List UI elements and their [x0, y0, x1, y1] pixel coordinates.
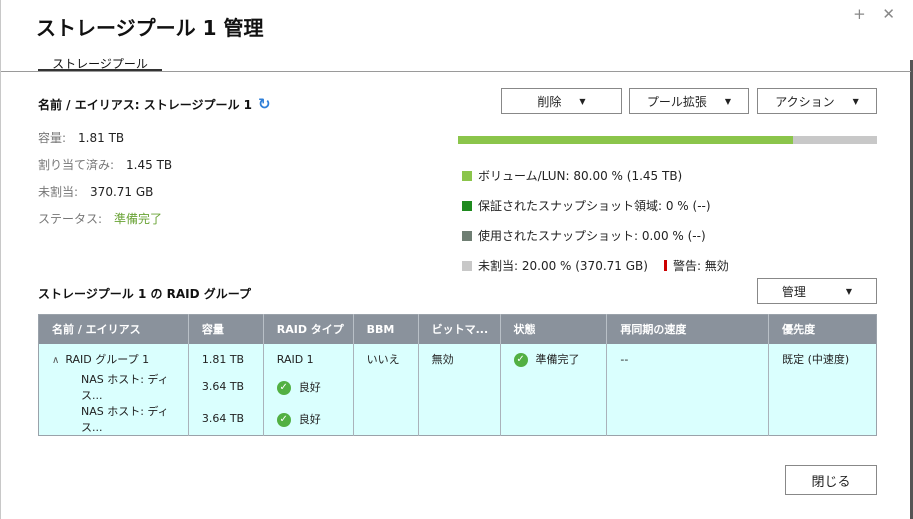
check-circle-icon: ✓	[276, 380, 291, 395]
status-value: 準備完了	[114, 212, 163, 226]
delete-button[interactable]: 削除 ▼	[501, 88, 622, 114]
unallocated-label: 未割当:	[38, 185, 79, 199]
raid-section-title: ストレージプール 1 の RAID グループ	[38, 287, 252, 301]
action-button[interactable]: アクション ▼	[757, 88, 877, 114]
empty-cell	[500, 370, 608, 403]
disk-name: NAS ホスト: ディス...	[38, 402, 189, 435]
disk-name: NAS ホスト: ディス...	[38, 370, 189, 403]
empty-cell	[606, 402, 770, 435]
guaranteed-color-swatch	[462, 200, 472, 211]
empty-cell	[418, 370, 501, 403]
empty-cell	[500, 402, 608, 435]
legend-unallocated-label: 未割当: 20.00 % (370.71 GB)	[478, 259, 648, 273]
close-label: 閉じる	[811, 474, 851, 490]
disk-status: 良好	[298, 412, 321, 426]
empty-cell	[768, 402, 877, 435]
column-header-name[interactable]: 名前 / エイリアス	[38, 314, 189, 344]
check-circle-icon: ✓	[513, 353, 528, 367]
disk-capacity: 3.64 TB	[188, 370, 264, 403]
table-header-row: 名前 / エイリアス 容量 RAID タイプ BBM ビットマ... 状態 再同…	[38, 314, 877, 344]
usage-bar-fill	[458, 136, 794, 144]
used-snapshot-color-swatch	[462, 230, 472, 241]
tab-storage-pool[interactable]: ストレージプール	[38, 55, 162, 71]
raid-group-resync-speed: --	[606, 343, 770, 371]
disk-status-cell: ✓ 良好	[263, 402, 354, 435]
disk-status-cell: ✓ 良好	[263, 370, 354, 403]
caret-down-icon: ▼	[724, 96, 732, 106]
raid-group-status: 準備完了	[535, 353, 580, 366]
legend-volume: ボリューム/LUN: 80.00 % (1.45 TB)	[462, 167, 682, 184]
dialog-title: ストレージプール 1 管理	[36, 16, 264, 40]
volume-color-swatch	[462, 170, 472, 181]
caret-down-icon: ▼	[852, 96, 859, 106]
table-row[interactable]: NAS ホスト: ディス... 3.64 TB ✓ 良好	[38, 370, 877, 403]
capacity-value: 1.81 TB	[78, 131, 125, 145]
allocated-value: 1.45 TB	[126, 158, 173, 172]
raid-group-name-cell: ∧ RAID グループ 1	[38, 343, 189, 371]
legend-used-snapshot: 使用されたスナップショット: 0.00 % (--)	[462, 227, 706, 244]
disk-capacity: 3.64 TB	[188, 402, 264, 435]
empty-cell	[353, 402, 419, 435]
legend-guaranteed-label: 保証されたスナップショット領域: 0 % (--)	[478, 199, 711, 213]
check-circle-icon: ✓	[276, 412, 291, 427]
storage-pool-dialog: ストレージプール 1 管理 + ✕ ストレージプール 名前 / エイリアス: ス…	[0, 0, 913, 519]
pool-name-row: 名前 / エイリアス: ストレージプール 1 ↻	[38, 95, 271, 113]
column-header-bbm[interactable]: BBM	[353, 314, 419, 344]
manage-button[interactable]: 管理 ▼	[757, 278, 877, 304]
status-info: ステータス: 準備完了	[38, 210, 162, 227]
action-label: アクション	[775, 94, 835, 109]
column-header-capacity[interactable]: 容量	[188, 314, 264, 344]
raid-group-name: RAID グループ 1	[65, 353, 150, 366]
unallocated-color-swatch	[462, 260, 472, 271]
legend-unallocated: 未割当: 20.00 % (370.71 GB) 警告: 無効	[462, 257, 729, 274]
legend-volume-label: ボリューム/LUN: 80.00 % (1.45 TB)	[478, 169, 683, 183]
legend-warning-label: 警告: 無効	[672, 259, 729, 273]
column-header-resync-speed[interactable]: 再同期の速度	[606, 314, 770, 344]
pool-name-label: 名前 / エイリアス: ストレージプール 1	[38, 97, 253, 112]
column-header-priority[interactable]: 優先度	[768, 314, 877, 344]
manage-label: 管理	[781, 284, 806, 299]
raid-group-bbm: いいえ	[353, 343, 419, 371]
empty-cell	[768, 370, 877, 403]
column-header-raid-type[interactable]: RAID タイプ	[263, 314, 354, 344]
raid-group-type: RAID 1	[263, 343, 354, 371]
usage-bar	[458, 136, 877, 144]
empty-cell	[353, 370, 419, 403]
raid-group-table: 名前 / エイリアス 容量 RAID タイプ BBM ビットマ... 状態 再同…	[38, 314, 877, 436]
capacity-label: 容量:	[38, 131, 67, 145]
caret-down-icon: ▼	[579, 96, 586, 106]
capacity-info: 容量: 1.81 TB	[38, 129, 124, 146]
unallocated-info: 未割当: 370.71 GB	[38, 183, 153, 200]
empty-cell	[606, 370, 770, 403]
raid-group-status-cell: ✓ 準備完了	[500, 343, 608, 371]
legend-used-snapshot-label: 使用されたスナップショット: 0.00 % (--)	[478, 229, 706, 243]
legend-guaranteed-snapshot: 保証されたスナップショット領域: 0 % (--)	[462, 197, 711, 214]
refresh-icon[interactable]: ↻	[258, 95, 271, 113]
pool-expand-button[interactable]: プール拡張 ▼	[629, 88, 749, 114]
raid-group-capacity: 1.81 TB	[188, 343, 264, 371]
raid-group-bitmap: 無効	[418, 343, 501, 371]
table-row[interactable]: NAS ホスト: ディス... 3.64 TB ✓ 良好	[38, 402, 877, 435]
column-header-status[interactable]: 状態	[500, 314, 608, 344]
table-row[interactable]: ∧ RAID グループ 1 1.81 TB RAID 1 いいえ 無効 ✓ 準備完了…	[38, 343, 877, 371]
column-header-bitmap[interactable]: ビットマ...	[418, 314, 501, 344]
raid-group-priority: 既定 (中速度)	[768, 343, 877, 371]
pool-expand-label: プール拡張	[646, 94, 707, 109]
delete-label: 削除	[537, 94, 562, 109]
tab-bar: ストレージプール	[1, 56, 911, 72]
empty-cell	[418, 402, 501, 435]
window-controls[interactable]: + ✕	[853, 5, 901, 23]
close-button[interactable]: 閉じる	[785, 465, 877, 495]
chevron-up-icon[interactable]: ∧	[52, 355, 59, 366]
allocated-label: 割り当て済み:	[38, 158, 115, 172]
status-label: ステータス:	[38, 212, 103, 226]
warning-color-marker	[663, 260, 667, 271]
caret-down-icon: ▼	[845, 286, 853, 296]
unallocated-value: 370.71 GB	[90, 185, 154, 199]
allocated-info: 割り当て済み: 1.45 TB	[38, 156, 172, 173]
disk-status: 良好	[298, 380, 321, 394]
